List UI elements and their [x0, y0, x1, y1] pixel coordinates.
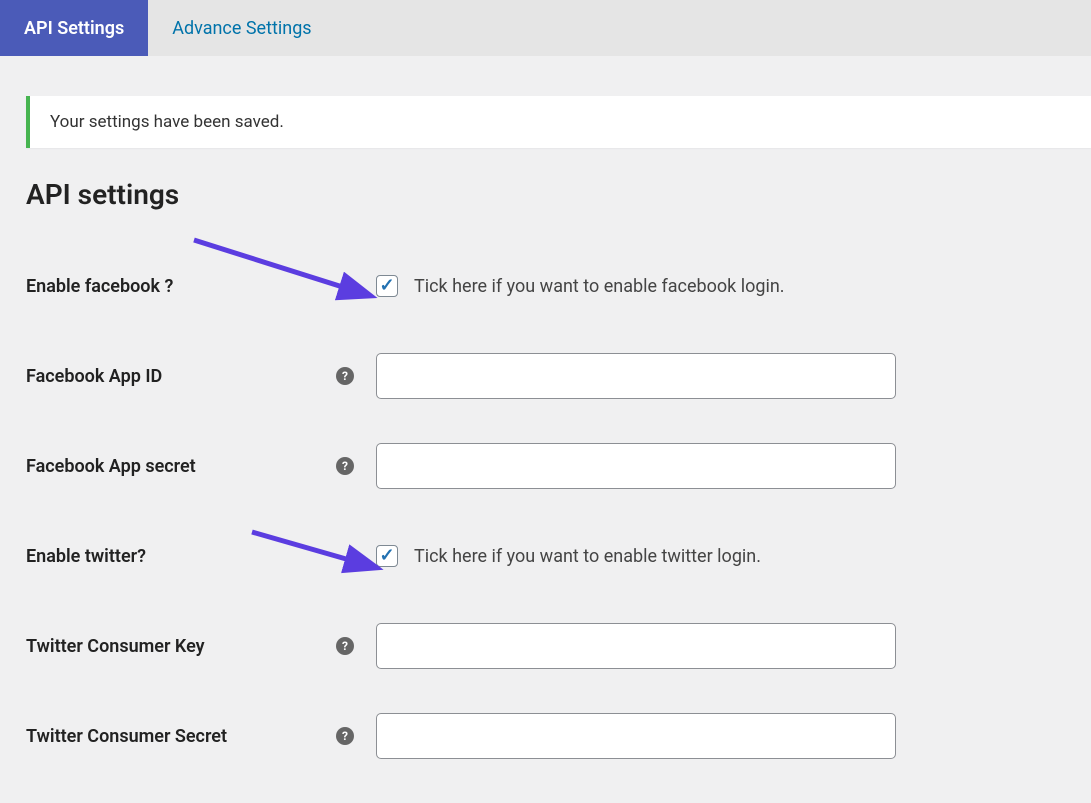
row-enable-facebook: Enable facebook ? Tick here if you want …: [26, 241, 1091, 331]
help-icon[interactable]: ?: [336, 727, 354, 745]
input-twitter-consumer-key[interactable]: [376, 623, 896, 669]
input-facebook-app-id[interactable]: [376, 353, 896, 399]
input-twitter-consumer-secret[interactable]: [376, 713, 896, 759]
checkbox-enable-facebook[interactable]: [376, 275, 398, 297]
row-enable-twitter: Enable twitter? Tick here if you want to…: [26, 511, 1091, 601]
checkbox-enable-twitter[interactable]: [376, 545, 398, 567]
desc-enable-twitter: Tick here if you want to enable twitter …: [414, 546, 761, 567]
label-enable-twitter: Enable twitter?: [26, 546, 336, 567]
label-enable-facebook: Enable facebook ?: [26, 276, 336, 297]
label-twitter-consumer-key: Twitter Consumer Key: [26, 636, 336, 657]
desc-enable-facebook: Tick here if you want to enable facebook…: [414, 276, 785, 297]
label-facebook-app-secret: Facebook App secret: [26, 456, 336, 477]
label-facebook-app-id: Facebook App ID: [26, 366, 336, 387]
help-icon[interactable]: ?: [336, 457, 354, 475]
help-icon[interactable]: ?: [336, 367, 354, 385]
tab-advance-settings[interactable]: Advance Settings: [148, 0, 335, 56]
settings-tabs: API Settings Advance Settings: [0, 0, 1091, 56]
row-twitter-consumer-secret: Twitter Consumer Secret ?: [26, 691, 1091, 781]
saved-notice: Your settings have been saved.: [26, 96, 1091, 148]
label-twitter-consumer-secret: Twitter Consumer Secret: [26, 726, 336, 747]
row-facebook-app-id: Facebook App ID ?: [26, 331, 1091, 421]
help-icon[interactable]: ?: [336, 637, 354, 655]
page-title: API settings: [26, 178, 1091, 211]
tab-api-settings[interactable]: API Settings: [0, 0, 148, 56]
input-facebook-app-secret[interactable]: [376, 443, 896, 489]
row-twitter-consumer-key: Twitter Consumer Key ?: [26, 601, 1091, 691]
row-facebook-app-secret: Facebook App secret ?: [26, 421, 1091, 511]
